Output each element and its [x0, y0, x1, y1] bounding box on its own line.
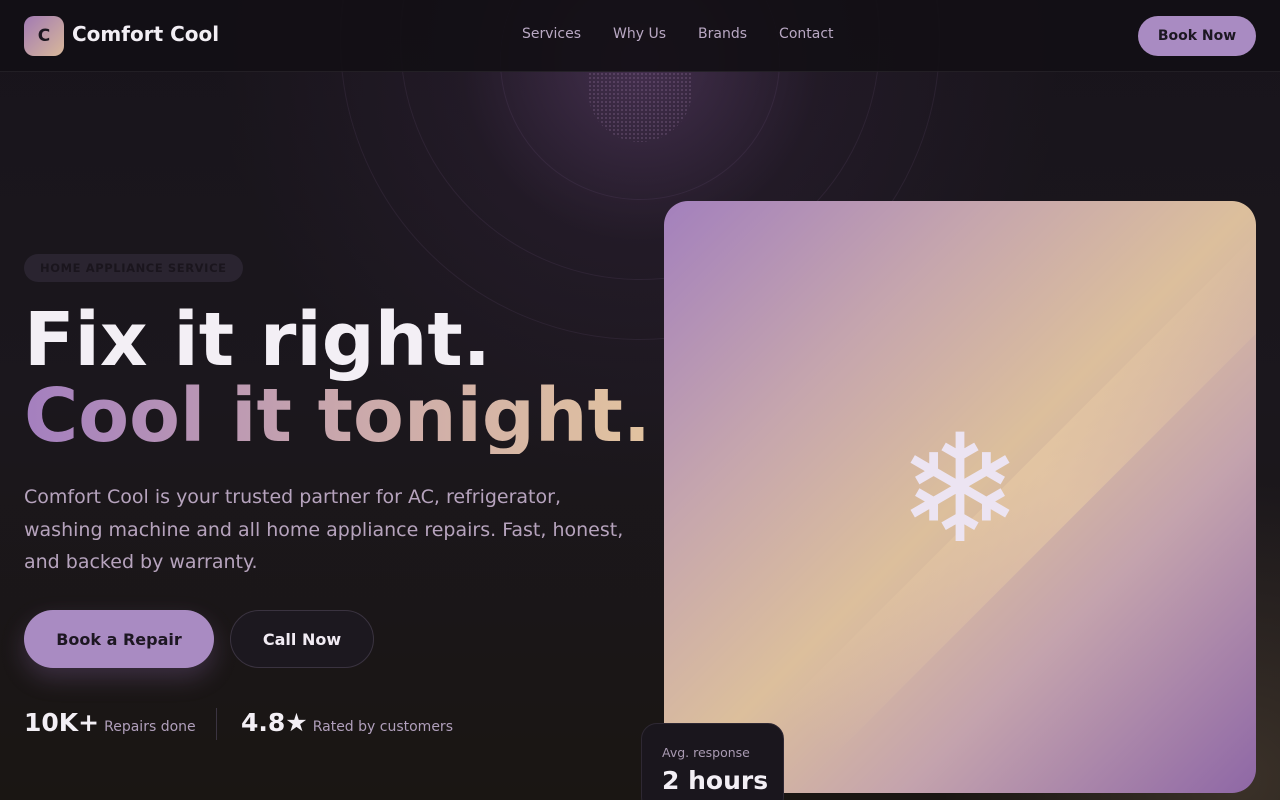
stat-divider — [216, 708, 217, 740]
eyebrow-badge: HOME APPLIANCE SERVICE — [24, 254, 243, 282]
nav-link-why-us[interactable]: Why Us — [613, 26, 666, 42]
response-value: 2 hours — [662, 766, 769, 795]
hero-visual-card: ❄ — [664, 201, 1256, 793]
hero-headline-line1: Fix it right. — [24, 297, 491, 383]
stat-rating: 4.8★ Rated by customers — [241, 708, 453, 737]
main-nav: Services Why Us Brands Contact — [522, 26, 834, 42]
book-now-button[interactable]: Book Now — [1138, 16, 1256, 56]
stat-value: 10K+ — [24, 708, 100, 737]
logo-badge[interactable]: C — [24, 16, 64, 56]
book-repair-button[interactable]: Book a Repair — [24, 610, 214, 668]
response-time-card: Avg. response 2 hours — [641, 723, 784, 800]
stat-label: Rated by customers — [312, 719, 453, 735]
hero-description: Comfort Cool is your trusted partner for… — [24, 486, 624, 573]
nav-link-brands[interactable]: Brands — [698, 26, 747, 42]
response-label: Avg. response — [662, 745, 750, 760]
call-now-button[interactable]: Call Now — [230, 610, 374, 668]
snowflake-icon: ❄ — [897, 403, 1023, 577]
brand-name[interactable]: Comfort Cool — [72, 22, 219, 46]
site-header: C Comfort Cool Services Why Us Brands Co… — [0, 0, 1280, 72]
stat-value: 4.8★ — [241, 708, 308, 737]
hero-headline-line2: Cool it tonight. — [24, 373, 652, 459]
stat-label: Repairs done — [104, 719, 196, 735]
nav-link-contact[interactable]: Contact — [779, 26, 833, 42]
logo-letter: C — [37, 26, 51, 46]
stat-repairs: 10K+ Repairs done — [24, 708, 196, 737]
nav-link-services[interactable]: Services — [522, 26, 581, 42]
